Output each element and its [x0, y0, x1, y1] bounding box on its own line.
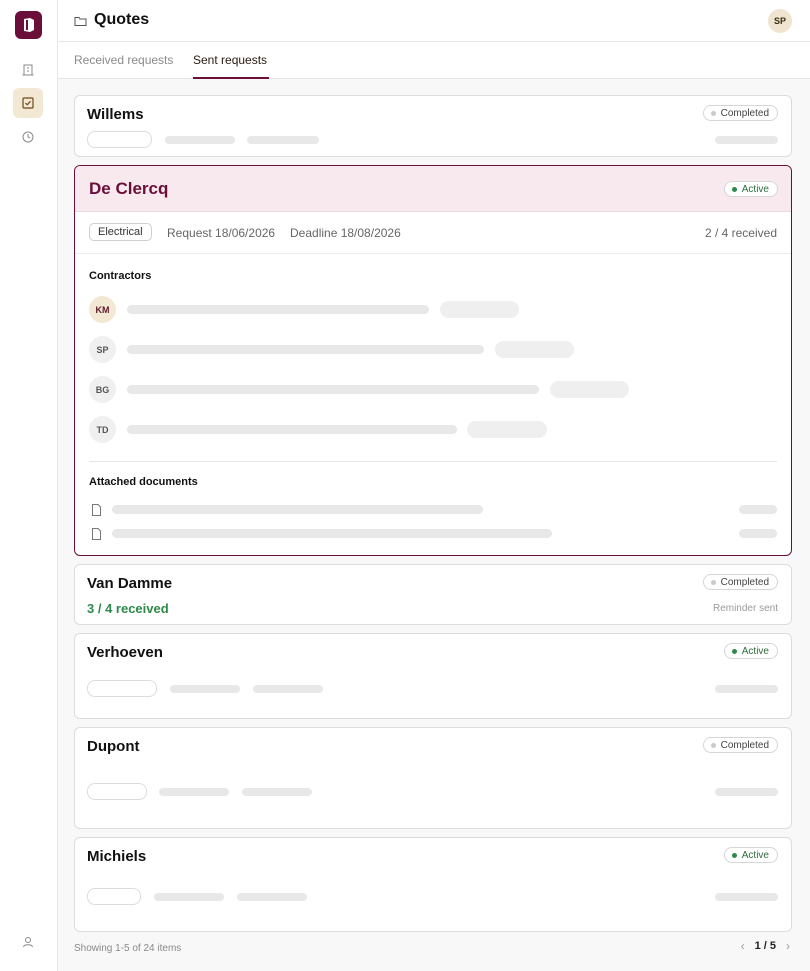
skeleton-pill [550, 381, 629, 398]
chevron-right-icon[interactable]: › [786, 939, 790, 953]
top-header: Quotes SP [58, 0, 810, 42]
deadline-date: Deadline 18/08/2026 [290, 226, 401, 240]
status-badge: Active [723, 643, 778, 659]
status-badge: Completed [702, 737, 778, 753]
skeleton-pill [87, 888, 141, 905]
status-dot [731, 186, 737, 192]
contractor-avatar[interactable]: BG [89, 376, 116, 403]
user-avatar[interactable]: SP [768, 9, 792, 33]
skeleton-line [154, 893, 224, 901]
request-card-michiels[interactable]: Michiels Active [74, 837, 792, 932]
category-chip: Electrical [89, 223, 152, 241]
document-icon [92, 527, 101, 545]
request-meta: Electrical Request 18/06/2026 Deadline 1… [75, 212, 791, 254]
skeleton-line [715, 788, 778, 796]
status-dot [731, 648, 737, 654]
skeleton-line [715, 893, 778, 901]
request-card-dupont[interactable]: Dupont Completed [74, 727, 792, 829]
card-title: Michiels [87, 848, 147, 865]
pagination: ‹ 1 / 5 › [741, 939, 790, 953]
status-badge: Completed [702, 574, 778, 590]
clock-icon[interactable] [13, 122, 43, 152]
skeleton-line [127, 425, 457, 434]
status-dot [731, 852, 737, 858]
folder-icon [74, 14, 87, 32]
contractor-avatar[interactable]: SP [89, 336, 116, 363]
user-icon[interactable] [13, 927, 43, 957]
skeleton-line [739, 505, 777, 514]
status-label: Completed [720, 576, 769, 588]
skeleton-line [127, 345, 484, 354]
card-title: Verhoeven [87, 644, 163, 661]
section-divider [89, 461, 777, 462]
skeleton-line [112, 505, 483, 514]
card-title: De Clercq [89, 179, 169, 198]
status-dot [710, 579, 716, 585]
request-list: Willems Completed De Clercq Active Elect… [58, 79, 810, 971]
tab-bar: Received requests Sent requests [58, 42, 810, 79]
skeleton-line [715, 685, 778, 693]
card-title: Willems [87, 106, 144, 123]
skeleton-line [715, 136, 778, 144]
card-title: Dupont [87, 738, 140, 755]
skeleton-pill [87, 131, 152, 148]
skeleton-pill [467, 421, 547, 438]
document-icon [92, 503, 101, 521]
building-icon[interactable] [13, 55, 43, 85]
app-logo[interactable] [15, 11, 42, 39]
chevron-left-icon[interactable]: ‹ [741, 939, 745, 953]
contractors-heading: Contractors [89, 270, 152, 282]
skeleton-line [739, 529, 777, 538]
skeleton-pill [440, 301, 519, 318]
skeleton-pill [87, 783, 147, 800]
skeleton-line [253, 685, 323, 693]
skeleton-pill [495, 341, 574, 358]
page-indicator: 1 / 5 [754, 940, 776, 952]
contractor-avatar[interactable]: TD [89, 416, 116, 443]
quotes-nav-icon[interactable] [13, 88, 43, 118]
skeleton-line [165, 136, 235, 144]
skeleton-line [170, 685, 240, 693]
status-dot [710, 742, 716, 748]
request-card-van-damme[interactable]: Van Damme Completed 3 / 4 received Remin… [74, 564, 792, 625]
status-badge: Active [723, 181, 778, 197]
documents-heading: Attached documents [89, 476, 198, 488]
contractor-avatar[interactable]: KM [89, 296, 116, 323]
skeleton-line [242, 788, 312, 796]
request-date: Request 18/06/2026 [167, 226, 276, 240]
skeleton-line [112, 529, 552, 538]
request-card-verhoeven[interactable]: Verhoeven Active [74, 633, 792, 719]
tab-received-requests[interactable]: Received requests [74, 53, 173, 67]
skeleton-line [159, 788, 229, 796]
skeleton-line [127, 305, 429, 314]
card-header: De Clercq Active [75, 166, 791, 212]
skeleton-line [237, 893, 307, 901]
sidebar [0, 0, 58, 971]
request-card-de-clercq[interactable]: De Clercq Active Electrical Request 18/0… [74, 165, 792, 556]
received-count: 3 / 4 received [87, 601, 169, 616]
tab-sent-requests[interactable]: Sent requests [193, 53, 267, 67]
status-label: Active [741, 849, 769, 861]
received-count: 2 / 4 received [704, 226, 777, 240]
status-label: Completed [720, 739, 769, 751]
request-card-willems[interactable]: Willems Completed [74, 95, 792, 157]
status-label: Active [741, 645, 769, 657]
skeleton-line [247, 136, 319, 144]
skeleton-pill [87, 680, 157, 697]
status-label: Active [741, 183, 769, 195]
status-dot [710, 110, 716, 116]
status-badge: Active [723, 847, 778, 863]
skeleton-line [127, 385, 539, 394]
status-label: Completed [720, 107, 769, 119]
reminder-note: Reminder sent [712, 603, 778, 614]
status-badge: Completed [702, 105, 778, 121]
pagination-summary: Showing 1-5 of 24 items [74, 943, 182, 954]
page-title: Quotes [94, 11, 150, 28]
card-title: Van Damme [87, 575, 173, 592]
